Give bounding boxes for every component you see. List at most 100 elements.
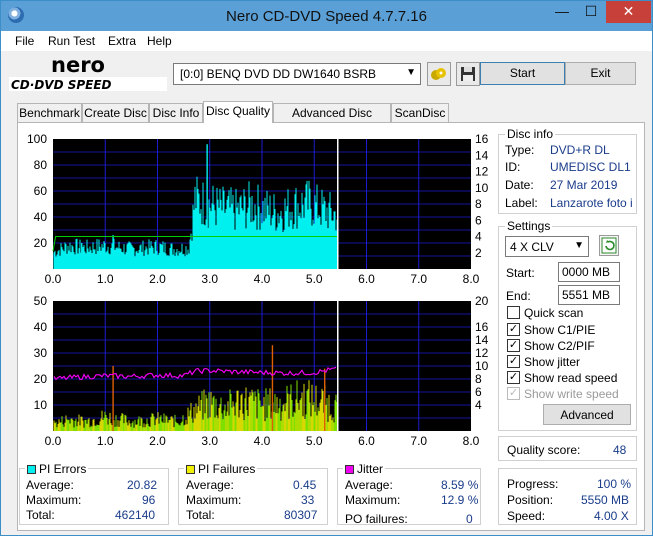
y-tick-label-right: 10 (475, 359, 489, 373)
app-window: Nero CD-DVD Speed 4.7.7.16 — ☐ ✕ File Ru… (0, 0, 653, 536)
x-tick-label: 0.0 (45, 434, 62, 448)
pi-failures-title: PI Failures (184, 462, 258, 476)
show-read-speed-checkbox[interactable]: ✓ (507, 371, 520, 384)
close-button[interactable]: ✕ (606, 1, 651, 23)
chevron-down-icon: ▼ (574, 240, 584, 251)
show-c1-pie-checkbox[interactable]: ✓ (507, 323, 520, 336)
y-tick-label-left: 60 (34, 184, 48, 198)
progress-value: 100 % (597, 477, 632, 491)
pi-failures-total-value: 80307 (284, 508, 318, 522)
show-jitter-checkbox[interactable]: ✓ (507, 355, 520, 368)
pi-errors-max-value: 96 (142, 493, 156, 507)
speed-value: 4.00 X (594, 509, 629, 523)
chevron-down-icon: ▼ (406, 67, 416, 78)
y-tick-label-right: 10 (475, 181, 489, 195)
po-failures-label: PO failures: (345, 512, 408, 526)
x-tick-label: 5.0 (306, 434, 323, 448)
menu-bar: File Run Test Extra Help (1, 31, 652, 51)
nero-logo: nero CD·DVD SPEED (9, 55, 167, 92)
maximize-button[interactable]: ☐ (577, 1, 605, 23)
eject-button[interactable] (427, 62, 451, 86)
drive-select[interactable]: [0:0] BENQ DVD DD DW1640 BSRB ▼ (173, 63, 421, 85)
y-tick-label-left: 40 (34, 210, 48, 224)
jitter-swatch (345, 465, 354, 474)
jitter-title: Jitter (343, 462, 386, 476)
y-tick-label-left: 100 (27, 132, 47, 146)
x-tick-label: 3.0 (201, 272, 218, 286)
tab-disc-info[interactable]: Disc Info (149, 103, 203, 123)
x-tick-label: 1.0 (97, 434, 114, 448)
x-tick-label: 8.0 (463, 434, 480, 448)
disc-label-value: Lanzarote foto i (550, 196, 633, 210)
disc-type-value: DVD+R DL (550, 143, 610, 157)
y-tick-label-left: 50 (34, 294, 48, 308)
pi-errors-max-label: Maximum: (26, 493, 82, 507)
tab-advanced-disc-quality[interactable]: Advanced Disc Quality (273, 103, 391, 138)
tab-scandisc[interactable]: ScanDisc (391, 103, 449, 123)
quality-score-value: 48 (613, 443, 627, 457)
y-tick-label-right: 6 (475, 385, 482, 399)
exit-button[interactable]: Exit (565, 62, 636, 85)
x-tick-label: 6.0 (358, 434, 375, 448)
y-tick-label-right: 8 (475, 372, 482, 386)
tab-disc-quality[interactable]: Disc Quality (203, 101, 273, 123)
y-tick-label-left: 30 (34, 346, 48, 360)
y-tick-label-right: 12 (475, 165, 489, 179)
pi-failures-total-label: Total: (186, 508, 215, 522)
menu-extra[interactable]: Extra (108, 34, 136, 48)
tab-create-disc[interactable]: Create Disc (82, 103, 149, 123)
pi-failures-avg-label: Average: (186, 478, 234, 492)
jitter-avg-value: 8.59 % (441, 478, 479, 492)
end-label: End: (506, 289, 531, 303)
y-tick-label-right: 14 (475, 148, 489, 162)
y-tick-label-right: 4 (475, 230, 482, 244)
quick-scan-checkbox[interactable] (507, 306, 520, 319)
x-tick-label: 2.0 (149, 272, 166, 286)
show-c1-pie-label: Show C1/PIE (524, 323, 596, 337)
pi-failures-max-value: 33 (301, 493, 315, 507)
y-tick-label-right: 2 (475, 246, 482, 260)
disc-id-value: UMEDISC DL1 (550, 160, 631, 174)
show-c2-pif-checkbox[interactable]: ✓ (507, 339, 520, 352)
pi-failures-avg-value: 0.45 (293, 478, 317, 492)
pi-errors-swatch (27, 465, 36, 474)
y-tick-label-right: 6 (475, 213, 482, 227)
advanced-button[interactable]: Advanced (543, 404, 631, 425)
y-tick-label-right: 20 (475, 294, 489, 308)
y-tick-label-right: 14 (475, 333, 489, 347)
position-value: 5550 MB (581, 493, 630, 507)
pi-failures-max-label: Maximum: (186, 493, 242, 507)
pi-errors-chart: 0.0 1.0 2.0 3.0 4.0 5.0 6.0 7.0 8.0 20 40 60 80 100 2 4… (27, 132, 489, 286)
disc-date-label: Date: (505, 178, 534, 192)
disc-id-label: ID: (505, 160, 521, 174)
speed-select-value: 4 X CLV (510, 240, 554, 254)
settings-title: Settings (505, 219, 553, 233)
minimize-button[interactable]: — (548, 1, 576, 23)
x-tick-label: 3.0 (201, 434, 218, 448)
show-jitter-label: Show jitter (524, 355, 581, 369)
y-tick-label-left: 20 (34, 372, 48, 386)
start-input[interactable]: 0000 MB (558, 262, 620, 282)
refresh-button[interactable] (599, 235, 619, 256)
y-tick-label-right: 16 (475, 132, 489, 146)
svg-text:CD·DVD SPEED: CD·DVD SPEED (11, 78, 112, 92)
start-label: Start: (506, 266, 535, 280)
menu-run-test[interactable]: Run Test (48, 34, 95, 48)
tab-benchmark[interactable]: Benchmark (17, 103, 82, 123)
x-tick-label: 0.0 (45, 272, 62, 286)
x-tick-label: 7.0 (410, 272, 427, 286)
y-tick-label-left: 10 (34, 398, 48, 412)
save-button[interactable] (456, 62, 480, 86)
menu-help[interactable]: Help (147, 34, 172, 48)
show-write-speed-checkbox: ✓ (507, 387, 520, 400)
speed-select[interactable]: 4 X CLV ▼ (505, 236, 589, 257)
end-input[interactable]: 5551 MB (558, 285, 620, 305)
pi-errors-avg-value: 20.82 (127, 478, 158, 492)
menu-file[interactable]: File (15, 34, 34, 48)
x-tick-label: 2.0 (149, 434, 166, 448)
refresh-icon (601, 237, 617, 254)
start-button[interactable]: Start (480, 62, 565, 85)
disc-type-label: Type: (505, 143, 535, 157)
pi-errors-avg-label: Average: (26, 478, 74, 492)
y-tick-label-right: 4 (475, 398, 482, 412)
